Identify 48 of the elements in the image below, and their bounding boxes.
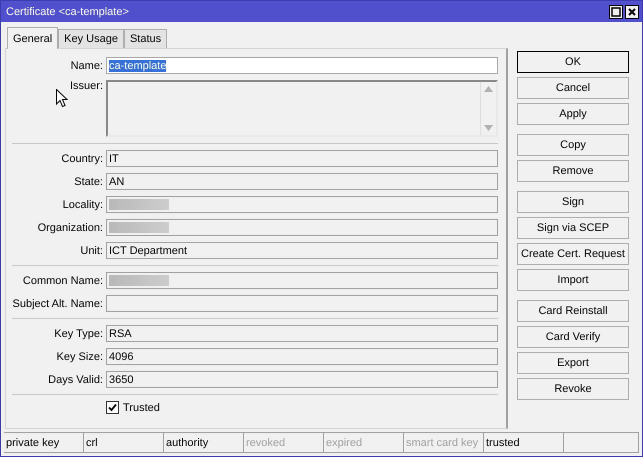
window-title: Certificate <ca-template> <box>6 6 130 18</box>
status-cell: revoked <box>244 433 324 453</box>
status-cell: private key <box>4 433 84 453</box>
readonly-field: RSA <box>106 325 498 342</box>
readonly-field: 4096 <box>106 348 498 365</box>
dialog-button[interactable]: OK <box>517 51 629 73</box>
field-label: Issuer: <box>68 80 104 92</box>
checkbox[interactable] <box>106 401 119 414</box>
dialog-button[interactable]: Export <box>517 352 629 374</box>
tab[interactable]: Key Usage <box>58 29 124 48</box>
field-label: Days Valid: <box>47 374 104 386</box>
dialog-button[interactable]: Revoke <box>517 378 629 400</box>
dialog-button[interactable]: Cancel <box>517 77 629 99</box>
status-cell: trusted <box>484 433 564 453</box>
tab[interactable]: Status <box>124 29 168 48</box>
dialog-button[interactable]: Create Cert. Request <box>517 243 629 265</box>
dialog-button[interactable]: Sign via SCEP <box>517 217 629 239</box>
status-cell: crl <box>84 433 164 453</box>
readonly-field: IT <box>106 150 498 167</box>
readonly-field: 3650 <box>106 371 498 388</box>
dialog-button[interactable]: Card Reinstall <box>517 300 629 322</box>
status-cell: smart card key <box>404 433 484 453</box>
dialog-button[interactable]: Card Verify <box>517 326 629 348</box>
dialog-button[interactable]: Import <box>517 269 629 291</box>
maximize-icon[interactable] <box>611 6 621 16</box>
dialog-button[interactable]: Sign <box>517 191 629 213</box>
text-field[interactable]: ca-template <box>106 57 498 74</box>
field-label: Key Size: <box>56 350 104 362</box>
mouse-cursor-icon <box>56 89 68 108</box>
field-label: Common Name: <box>22 274 104 286</box>
readonly-field: ICT Department <box>106 242 498 259</box>
tab[interactable]: General <box>7 27 58 49</box>
field-label: Name: <box>70 60 104 72</box>
field-label: Locality: <box>62 198 104 210</box>
field-label: Country: <box>60 152 104 164</box>
field-label: Unit: <box>79 244 104 256</box>
field-label: State: <box>73 176 104 188</box>
field-label: Organization: <box>36 222 104 234</box>
field-label: Key Type: <box>53 328 104 340</box>
readonly-field: AN <box>106 173 498 190</box>
close-icon[interactable] <box>627 6 637 16</box>
dialog-button[interactable]: Remove <box>517 160 629 182</box>
dialog-button[interactable]: Copy <box>517 134 629 156</box>
dialog-button[interactable]: Apply <box>517 103 629 125</box>
field-label: Subject Alt. Name: <box>12 298 104 310</box>
checkbox-label: Trusted <box>123 402 160 414</box>
status-cell: expired <box>324 433 404 453</box>
status-cell: authority <box>164 433 244 453</box>
